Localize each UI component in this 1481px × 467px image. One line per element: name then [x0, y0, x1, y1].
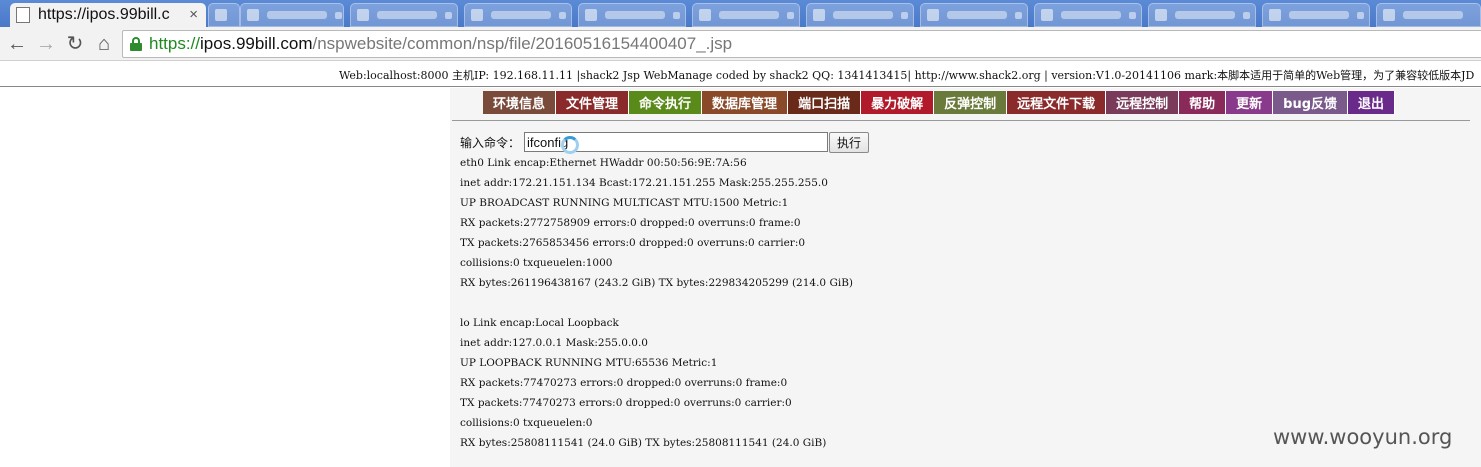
output-line: UP LOOPBACK RUNNING MTU:65536 Metric:1 [460, 357, 718, 369]
output-line: RX packets:77470273 errors:0 dropped:0 o… [460, 377, 788, 389]
tab-background[interactable] [240, 3, 344, 27]
tab-favicon-icon [813, 9, 825, 21]
tab-favicon-icon [699, 9, 711, 21]
tab-favicon-icon [1383, 9, 1395, 21]
tab-background[interactable] [578, 3, 686, 27]
tab-close-icon[interactable] [1357, 11, 1364, 19]
tab-background[interactable] [920, 3, 1028, 27]
output-line: collisions:0 txqueuelen:0 [460, 417, 593, 429]
tab-background[interactable] [806, 3, 914, 27]
menu-item[interactable]: 反弹控制 [934, 91, 1008, 114]
output-line: inet addr:172.21.151.134 Bcast:172.21.15… [460, 177, 828, 189]
output-line: RX packets:2772758909 errors:0 dropped:0… [460, 217, 801, 229]
tab-background[interactable] [464, 3, 572, 27]
address-bar[interactable]: https://ipos.99bill.com/nspwebsite/commo… [122, 30, 1481, 58]
tab-active[interactable]: https://ipos.99bill.c × [10, 3, 206, 27]
tab-favicon-icon [927, 9, 939, 21]
tab-close-icon[interactable] [673, 11, 680, 19]
command-label: 输入命令： [460, 135, 521, 150]
tab-favicon-icon [585, 9, 597, 21]
output-line: TX packets:77470273 errors:0 dropped:0 o… [460, 397, 792, 409]
menu-item[interactable]: 命令执行 [629, 91, 703, 114]
tab-close-icon[interactable] [445, 11, 452, 19]
command-row: 输入命令： 执行 [460, 131, 870, 153]
output-line: lo Link encap:Local Loopback [460, 317, 619, 329]
tab-favicon-icon [357, 9, 369, 21]
output-line: collisions:0 txqueuelen:1000 [460, 257, 613, 269]
tab-close-icon[interactable] [1015, 11, 1022, 19]
tab-favicon-icon [1155, 9, 1167, 21]
tab-strip: https://ipos.99bill.c × [0, 0, 1481, 27]
server-info-text: Web:localhost:8000 主机IP: 192.168.11.11 |… [339, 69, 1475, 82]
tab-close-icon[interactable] [1243, 11, 1250, 19]
back-arrow-icon[interactable]: ← [4, 31, 30, 57]
server-info-bar: Web:localhost:8000 主机IP: 192.168.11.11 |… [0, 62, 1481, 87]
reload-icon[interactable]: ↻ [62, 31, 88, 57]
menu-item[interactable]: 帮助 [1179, 91, 1227, 114]
tab-close-icon[interactable] [1129, 11, 1136, 19]
output-line: RX bytes:261196438167 (243.2 GiB) TX byt… [460, 277, 854, 289]
address-url[interactable]: https://ipos.99bill.com/nspwebsite/commo… [149, 34, 732, 54]
home-icon[interactable]: ⌂ [91, 31, 117, 57]
tab-background[interactable] [1148, 3, 1256, 27]
menu-item[interactable]: 暴力破解 [861, 91, 935, 114]
tab-title: https://ipos.99bill.c [38, 6, 170, 23]
menu-item[interactable]: 环境信息 [483, 91, 557, 114]
lock-icon [129, 37, 143, 51]
output-line: UP BROADCAST RUNNING MULTICAST MTU:1500 … [460, 197, 789, 209]
tab-favicon-icon [215, 9, 227, 21]
divider [452, 120, 1470, 121]
output-line: TX packets:2765853456 errors:0 dropped:0… [460, 237, 806, 249]
output-line: inet addr:127.0.0.1 Mask:255.0.0.0 [460, 337, 648, 349]
menu-item[interactable]: 退出 [1348, 91, 1396, 114]
tab-close-icon[interactable] [335, 11, 342, 19]
output-line: eth0 Link encap:Ethernet HWaddr 00:50:56… [460, 157, 747, 169]
forward-arrow-icon[interactable]: → [33, 31, 59, 57]
tab-background[interactable] [208, 3, 240, 27]
menu-item[interactable]: 远程控制 [1106, 91, 1180, 114]
page-favicon-icon [16, 7, 30, 23]
watermark: www.wooyun.org [1273, 425, 1453, 449]
output-line: RX bytes:25808111541 (24.0 GiB) TX bytes… [460, 437, 827, 449]
menu-item[interactable]: 更新 [1226, 91, 1274, 114]
tab-close-icon[interactable] [901, 11, 908, 19]
tab-close-icon[interactable]: × [189, 6, 198, 23]
menu-item[interactable]: bug反馈 [1273, 91, 1349, 114]
tab-close-icon[interactable] [787, 11, 794, 19]
menu-item[interactable]: 文件管理 [556, 91, 630, 114]
tab-background[interactable] [1034, 3, 1142, 27]
tab-background[interactable] [1376, 3, 1481, 27]
tab-favicon-icon [1269, 9, 1281, 21]
tab-favicon-icon [471, 9, 483, 21]
tab-favicon-icon [1041, 9, 1053, 21]
tab-background[interactable] [692, 3, 800, 27]
tab-close-icon[interactable] [559, 11, 566, 19]
menu-item[interactable]: 数据库管理 [702, 91, 789, 114]
tab-background[interactable] [350, 3, 458, 27]
execute-button[interactable]: 执行 [829, 131, 870, 153]
tab-background[interactable] [1262, 3, 1370, 27]
menu-item[interactable]: 远程文件下载 [1007, 91, 1107, 114]
tab-favicon-icon [247, 9, 259, 21]
menu-item[interactable]: 端口扫描 [788, 91, 862, 114]
command-output: eth0 Link encap:Ethernet HWaddr 00:50:56… [460, 157, 853, 457]
main-menu: 环境信息 文件管理 命令执行 数据库管理 端口扫描 暴力破解 反弹控制 远程文件下载 远程控制帮… [483, 91, 1396, 114]
browser-toolbar: ← → ↻ ⌂ https://ipos.99bill.com/nspwebsi… [0, 27, 1481, 61]
busy-spinner-icon [561, 136, 579, 154]
